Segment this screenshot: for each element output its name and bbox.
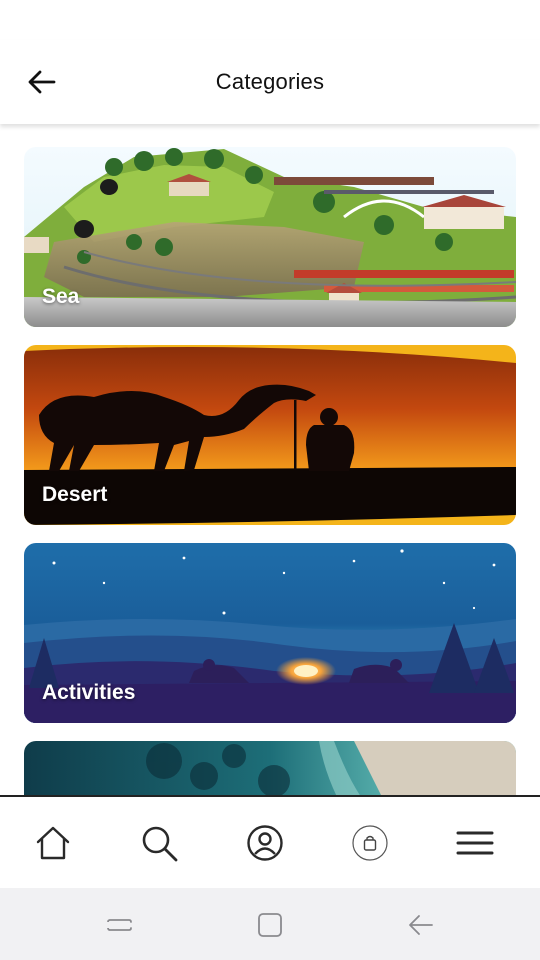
app-header: Categories xyxy=(0,40,540,124)
category-image-beach xyxy=(24,741,516,796)
system-back-button[interactable] xyxy=(406,910,436,940)
shopping-bag-icon xyxy=(352,825,388,861)
home-icon xyxy=(36,826,70,860)
system-navigation-bar xyxy=(0,888,540,960)
recent-apps-icon xyxy=(107,919,132,931)
category-card-desert[interactable]: Desert xyxy=(24,345,516,525)
category-card-activities[interactable]: Activities xyxy=(24,543,516,723)
status-bar xyxy=(0,0,540,40)
nav-menu[interactable] xyxy=(453,821,497,865)
category-list[interactable]: Sea Desert Activities xyxy=(0,124,540,796)
nav-search[interactable] xyxy=(137,821,181,865)
back-button[interactable] xyxy=(24,66,60,98)
nav-profile[interactable] xyxy=(243,821,287,865)
profile-icon xyxy=(247,825,283,861)
bottom-navigation xyxy=(0,795,540,888)
category-label: Desert xyxy=(42,483,108,506)
category-label: Sea xyxy=(42,285,80,308)
category-label: Activities xyxy=(42,681,136,704)
back-icon xyxy=(409,915,433,935)
category-image-sea xyxy=(24,147,516,327)
category-card-beach[interactable] xyxy=(24,741,516,796)
search-icon xyxy=(142,826,178,862)
nav-cart[interactable] xyxy=(348,821,392,865)
system-recent-apps-button[interactable] xyxy=(105,910,135,940)
system-home-button[interactable] xyxy=(255,910,285,940)
menu-icon xyxy=(456,831,494,855)
home-square-icon xyxy=(258,913,282,937)
category-card-sea[interactable]: Sea xyxy=(24,147,516,327)
page-title: Categories xyxy=(215,69,325,94)
nav-home[interactable] xyxy=(31,821,75,865)
arrow-left-icon xyxy=(28,70,56,94)
